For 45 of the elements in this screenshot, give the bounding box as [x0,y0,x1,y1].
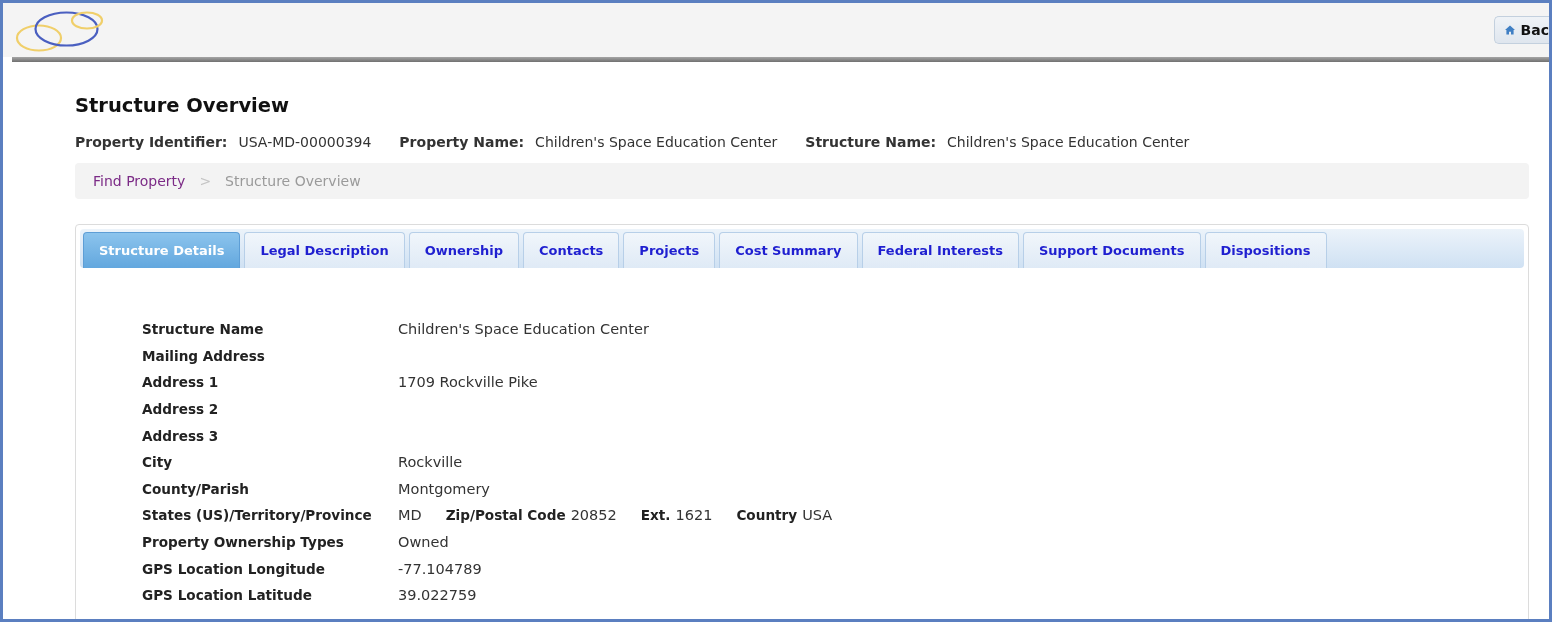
field-value: MD [398,507,422,524]
property-field-value: Children's Space Education Center [535,133,778,152]
breadcrumb-current: Structure Overview [225,173,361,189]
property-field-value: Children's Space Education Center [947,133,1190,152]
field-label: States (US)/Territory/Province [142,507,373,524]
field-label: Address 3 [142,427,220,444]
field-label: County/Parish [142,480,250,497]
breadcrumb-separator: > [199,173,212,189]
field-value: 39.022759 [398,587,477,604]
tab[interactable]: Cost Summary [719,232,858,268]
page-title: Structure Overview [75,93,291,119]
field-value: Children's Space Education Center [398,321,649,338]
breadcrumb-link[interactable]: Find Property [93,173,186,189]
field-label: Country [736,507,798,524]
tab[interactable]: Support Documents [1023,232,1201,268]
tab[interactable]: Legal Description [244,232,405,268]
field-label: Zip/Postal Code [445,507,566,524]
field-label: Ext. [640,507,671,524]
field-value: 1621 [675,507,713,524]
property-field-label: Property Name: [399,133,525,152]
field-value: 20852 [570,507,617,524]
field-label: Structure Name [142,321,265,338]
back-button[interactable]: Bac [1493,15,1549,44]
field-label: Address 2 [142,401,220,418]
field-value: Rockville [398,454,463,471]
field-value: 1709 Rockville Pike [398,374,538,391]
property-field-label: Structure Name: [805,133,937,152]
field-label: GPS Location Longitude [142,560,326,577]
field-label: Address 1 [142,374,220,391]
tab[interactable]: Ownership [408,232,519,268]
tab[interactable]: Projects [623,232,716,268]
tab[interactable]: Dispositions [1204,232,1327,268]
tab[interactable]: Federal Interests [861,232,1019,268]
field-value: -77.104789 [398,560,482,577]
field-label: Property Ownership Types [142,534,345,551]
field-label: GPS Location Latitude [142,587,313,604]
property-field-label: Property Identifier: [75,133,228,152]
home-icon [1504,24,1515,35]
field-value: Owned [398,534,449,551]
field-value: USA [802,507,833,524]
tab[interactable]: Contacts [523,232,620,268]
field-label: City [142,454,173,471]
property-field-value: USA-MD-00000394 [238,133,372,152]
field-label: Mailing Address [142,347,266,364]
field-value: Montgomery [398,480,490,497]
